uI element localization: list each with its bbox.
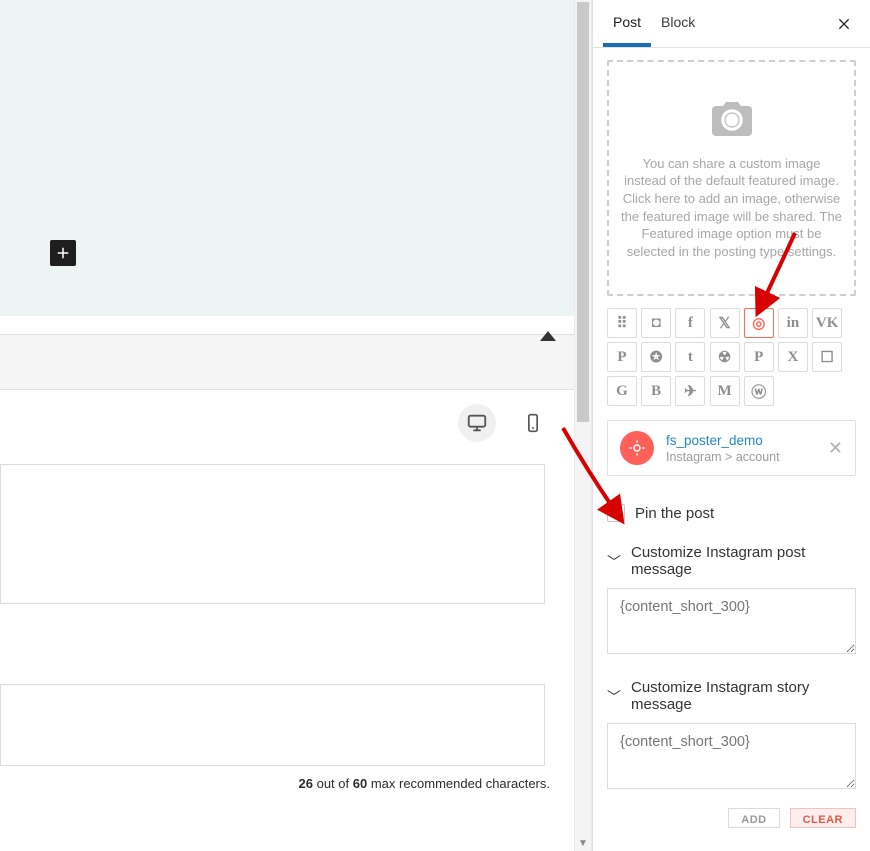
story-message-heading: Customize Instagram story message [631, 679, 856, 713]
blogger-icon[interactable]: B [641, 376, 671, 406]
grid-icon[interactable]: ⠿ [607, 308, 637, 338]
account-name-link[interactable]: fs_poster_demo [666, 433, 780, 448]
facebook-icon[interactable]: f [675, 308, 705, 338]
post-message-heading: Customize Instagram post message [631, 544, 856, 578]
preview-desktop-button[interactable] [458, 404, 496, 442]
close-icon [836, 16, 852, 32]
vk-icon[interactable]: VK [812, 308, 842, 338]
sidebar-close-button[interactable] [828, 8, 860, 40]
scroll-thumb[interactable] [577, 2, 589, 422]
ok-icon[interactable]: ☢ [710, 342, 740, 372]
crop-icon[interactable]: ◘ [641, 308, 671, 338]
toggle-story-message[interactable]: ﹀ Customize Instagram story message [607, 679, 856, 713]
chevron-down-icon: ﹀ [607, 550, 623, 572]
account-avatar [620, 431, 654, 465]
selected-account-card: fs_poster_demo Instagram > account ✕ [607, 420, 856, 476]
wordpress-icon[interactable]: ⓦ [744, 376, 774, 406]
reddit-icon[interactable]: ✪ [641, 342, 671, 372]
preview-mobile-button[interactable] [514, 404, 552, 442]
mobile-icon [523, 413, 543, 433]
telegram-icon[interactable]: ✈ [675, 376, 705, 406]
add-button[interactable]: ADD [728, 808, 779, 828]
twitter-icon[interactable]: 𝕏 [710, 308, 740, 338]
editor-canvas[interactable] [0, 0, 574, 316]
seo-preview-panel[interactable] [0, 464, 545, 604]
parking-icon[interactable]: P [744, 342, 774, 372]
editor-area: 26 out of 60 max recommended characters. [0, 0, 574, 851]
desktop-icon [466, 412, 488, 434]
discord-icon[interactable]: ☐ [812, 342, 842, 372]
seo-input-panel[interactable] [0, 684, 545, 766]
medium-icon[interactable]: M [710, 376, 740, 406]
tab-block[interactable]: Block [651, 0, 705, 47]
avatar-sparkle-icon [628, 439, 646, 457]
toggle-post-message[interactable]: ﹀ Customize Instagram post message [607, 544, 856, 578]
remove-account-button[interactable]: ✕ [828, 438, 843, 459]
instagram-icon[interactable]: ◎ [744, 308, 774, 338]
custom-image-dropzone[interactable]: You can share a custom image instead of … [607, 60, 856, 296]
sidebar-tabs: Post Block [593, 0, 870, 48]
pin-post-checkbox[interactable] [607, 504, 625, 522]
scroll-down-icon[interactable]: ▼ [575, 835, 591, 851]
editor-gray-band [0, 334, 574, 390]
seo-character-count: 26 out of 60 max recommended characters. [0, 766, 574, 791]
dropzone-hint: You can share a custom image instead of … [621, 155, 842, 260]
social-network-grid: ⠿◘f𝕏◎inVKP✪t☢PX☐GB✈Mⓦ [607, 308, 856, 406]
plus-icon [54, 244, 72, 262]
xing-icon[interactable]: X [778, 342, 808, 372]
story-message-input[interactable] [607, 723, 856, 789]
collapse-marker-icon [540, 331, 556, 341]
pin-post-label: Pin the post [635, 505, 714, 522]
settings-sidebar: Post Block You can share a custom image … [592, 0, 870, 851]
editor-scrollbar[interactable]: ▲ ▼ [574, 0, 592, 851]
post-message-input[interactable] [607, 588, 856, 654]
pinterest-icon[interactable]: P [607, 342, 637, 372]
chevron-down-icon: ﹀ [607, 685, 623, 707]
account-subtitle: Instagram > account [666, 450, 780, 464]
linkedin-icon[interactable]: in [778, 308, 808, 338]
add-block-button[interactable] [50, 240, 76, 266]
clear-button[interactable]: CLEAR [790, 808, 856, 828]
tumblr-icon[interactable]: t [675, 342, 705, 372]
google-icon[interactable]: G [607, 376, 637, 406]
camera-icon [702, 96, 762, 144]
tab-post[interactable]: Post [603, 0, 651, 47]
